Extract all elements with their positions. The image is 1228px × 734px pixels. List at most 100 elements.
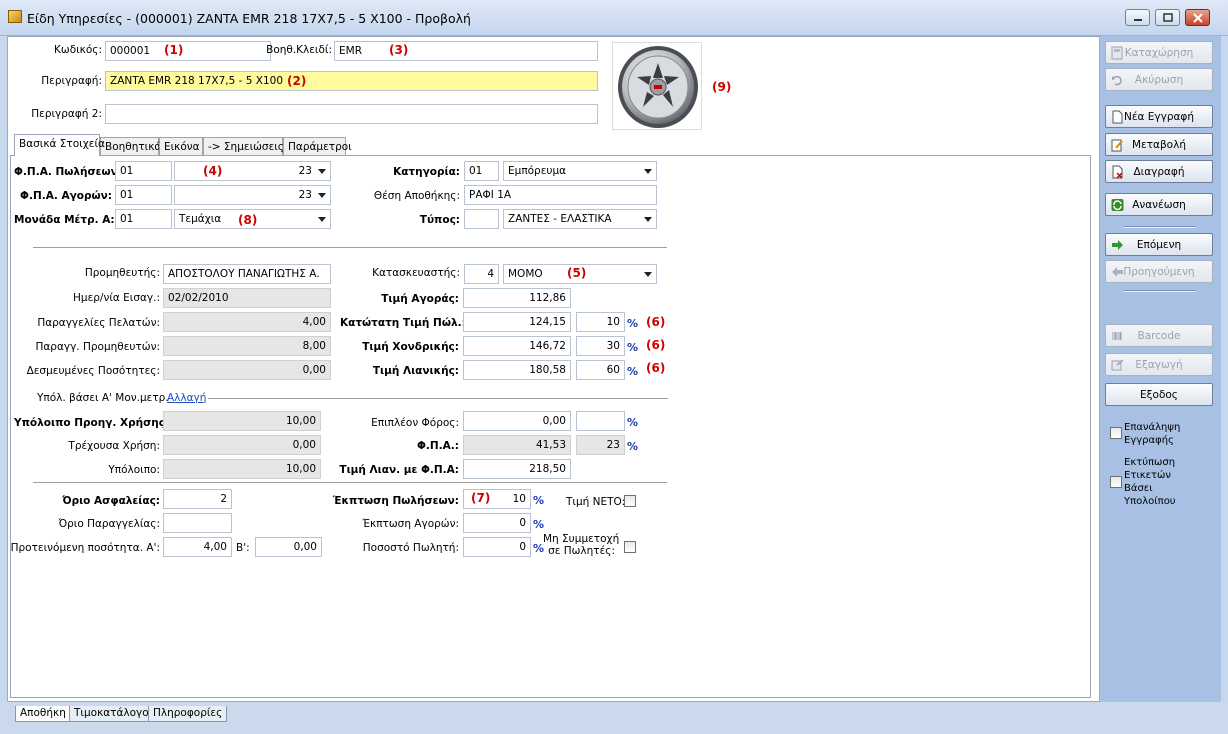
title-bar: Είδη Υπηρεσίες - (000001) ZANTA EMR 218 … bbox=[0, 0, 1228, 36]
net-price-label: Τιμή ΝΕΤΟ: bbox=[566, 496, 626, 508]
extra-tax-field[interactable]: 0,00 bbox=[463, 411, 571, 431]
safety-stock-label: Όριο Ασφαλείας: bbox=[62, 495, 160, 507]
vat-purchase-label: Φ.Π.Α. Αγορών: bbox=[20, 190, 112, 202]
balance-field: 10,00 bbox=[163, 459, 321, 479]
salesman-pct-field[interactable]: 0 bbox=[463, 537, 531, 557]
tab-image[interactable]: Εικόνα bbox=[159, 137, 203, 156]
manufacturer-code-field[interactable]: 4 bbox=[464, 264, 499, 284]
description-field[interactable]: ZANTA EMR 218 17X7,5 - 5 X100 bbox=[105, 71, 598, 91]
maximize-icon bbox=[1163, 13, 1173, 22]
tab-parameters[interactable]: Παράμετροι bbox=[283, 137, 352, 156]
type-select[interactable]: ΖΑΝΤΕΣ - ΕΛΑΣΤΙΚΑ bbox=[503, 209, 657, 229]
marker-5: (5) bbox=[567, 266, 587, 280]
save-button[interactable]: Καταχώρηση bbox=[1105, 41, 1213, 64]
print-labels-checkbox[interactable] bbox=[1110, 476, 1122, 488]
type-code-field[interactable] bbox=[464, 209, 499, 229]
pct-symbol: % bbox=[627, 416, 639, 429]
minimize-button[interactable] bbox=[1125, 9, 1150, 26]
suggested-qty-b-field[interactable]: 0,00 bbox=[255, 537, 322, 557]
wheel-rim-image bbox=[612, 42, 702, 130]
tab-auxiliary[interactable]: Βοηθητικά bbox=[100, 137, 161, 156]
tab-basic[interactable]: Βασικά Στοιχεία bbox=[14, 134, 105, 156]
vat-purchase-rate-select[interactable]: 23 bbox=[174, 185, 331, 205]
location-field[interactable]: ΡΑΦΙ 1Α bbox=[464, 185, 657, 205]
export-icon bbox=[1111, 359, 1124, 371]
new-record-button[interactable]: Νέα Εγγραφή bbox=[1105, 105, 1213, 128]
wholesale-field[interactable]: 146,72 bbox=[463, 336, 571, 356]
purchase-price-label: Τιμή Αγοράς: bbox=[381, 293, 459, 305]
edit-button[interactable]: Μεταβολή bbox=[1105, 133, 1213, 156]
description2-field[interactable] bbox=[105, 104, 598, 124]
suggested-qty-b-label: Β': bbox=[236, 542, 250, 554]
previous-button[interactable]: Προηγούμενη bbox=[1105, 260, 1213, 283]
purchase-discount-field[interactable]: 0 bbox=[463, 513, 531, 533]
category-code-field[interactable]: 01 bbox=[464, 161, 499, 181]
order-limit-field[interactable] bbox=[163, 513, 232, 533]
vat-sales-rate-value: 23 bbox=[298, 165, 312, 177]
suggested-qty-a-field[interactable]: 4,00 bbox=[163, 537, 232, 557]
change-link[interactable]: Αλλαγή bbox=[167, 392, 206, 404]
current-year-field: 0,00 bbox=[163, 435, 321, 455]
aux-key-field[interactable]: EMR bbox=[334, 41, 598, 61]
tab-notes[interactable]: -> Σημειώσεις bbox=[203, 137, 284, 156]
no-salesman-label: Μη Συμμετοχή σε Πωλητές: bbox=[543, 533, 620, 557]
suggested-qty-label: Προτεινόμενη ποσότητα. Α': bbox=[10, 542, 160, 554]
pct-symbol: % bbox=[627, 440, 639, 453]
purchase-discount-label: Έκπτωση Αγορών: bbox=[362, 518, 459, 530]
close-button[interactable] bbox=[1185, 9, 1210, 26]
cancel-button[interactable]: Ακύρωση bbox=[1105, 68, 1213, 91]
supplier-field[interactable]: ΑΠΟΣΤΟΛΟΥ ΠΑΝΑΓΙΩΤΗΣ Α. bbox=[163, 264, 331, 284]
marker-4: (4) bbox=[203, 164, 223, 178]
pct-symbol: % bbox=[533, 494, 545, 507]
refresh-button[interactable]: Ανανέωση bbox=[1105, 193, 1213, 216]
prev-year-label: Υπόλοιπο Προηγ. Χρήσης: bbox=[14, 417, 170, 429]
save-icon bbox=[1111, 46, 1123, 60]
min-price-pct-field[interactable]: 10 bbox=[576, 312, 625, 332]
category-select[interactable]: Εμπόρευμα bbox=[503, 161, 657, 181]
maximize-button[interactable] bbox=[1155, 9, 1180, 26]
vat-sales-rate-select[interactable]: 23 bbox=[174, 161, 331, 181]
delete-icon bbox=[1112, 165, 1123, 179]
repeat-record-label: Επανάληψη Εγγραφής bbox=[1124, 422, 1181, 446]
export-button[interactable]: Εξαγωγή bbox=[1105, 353, 1213, 376]
reserved-qty-label: Δεσμευμένες Ποσότητες: bbox=[26, 365, 160, 377]
net-price-checkbox[interactable] bbox=[624, 495, 636, 507]
retail-pct-field[interactable]: 60 bbox=[576, 360, 625, 380]
wholesale-pct-field[interactable]: 30 bbox=[576, 336, 625, 356]
tab-price-lists[interactable]: Τιμοκατάλογοι bbox=[69, 706, 158, 722]
retail-field[interactable]: 180,58 bbox=[463, 360, 571, 380]
unit-code-field[interactable]: 01 bbox=[115, 209, 172, 229]
separator bbox=[1123, 290, 1195, 292]
description2-label: Περιγραφή 2: bbox=[31, 108, 102, 120]
exit-button[interactable]: Εξοδος bbox=[1105, 383, 1213, 406]
wholesale-label: Τιμή Χονδρικής: bbox=[362, 341, 459, 353]
description-label: Περιγραφή: bbox=[41, 75, 102, 87]
extra-tax-pct-field[interactable] bbox=[576, 411, 625, 431]
retail-vat-field[interactable]: 218,50 bbox=[463, 459, 571, 479]
vat-purchase-code-field[interactable]: 01 bbox=[115, 185, 172, 205]
extra-tax-label: Επιπλέον Φόρος: bbox=[371, 417, 459, 429]
unit-name-value: Τεμάχια bbox=[179, 213, 222, 225]
safety-stock-field[interactable]: 2 bbox=[163, 489, 232, 509]
vat-sales-code-field[interactable]: 01 bbox=[115, 161, 172, 181]
purchase-price-field[interactable]: 112,86 bbox=[463, 288, 571, 308]
arrow-right-icon bbox=[1112, 240, 1123, 250]
pct-symbol: % bbox=[627, 317, 639, 330]
tab-information[interactable]: Πληροφορίες bbox=[148, 706, 228, 722]
delete-button[interactable]: Διαγραφή bbox=[1105, 160, 1213, 183]
vat-pct-field: 23 bbox=[576, 435, 625, 455]
barcode-icon bbox=[1112, 332, 1122, 340]
min-price-field[interactable]: 124,15 bbox=[463, 312, 571, 332]
customer-orders-field: 4,00 bbox=[163, 312, 331, 332]
retail-vat-label: Τιμή Λιαν. με Φ.Π.Α: bbox=[339, 464, 459, 476]
repeat-record-checkbox[interactable] bbox=[1110, 427, 1122, 439]
tab-warehouse[interactable]: Αποθήκη bbox=[15, 706, 71, 722]
current-year-label: Τρέχουσα Χρήση: bbox=[68, 440, 160, 452]
barcode-button[interactable]: Barcode bbox=[1105, 324, 1213, 347]
code-label: Κωδικός: bbox=[54, 44, 102, 56]
code-field[interactable]: 000001 bbox=[105, 41, 271, 61]
next-button[interactable]: Επόμενη bbox=[1105, 233, 1213, 256]
no-salesman-checkbox[interactable] bbox=[624, 541, 636, 553]
chevron-down-icon bbox=[318, 169, 326, 174]
new-document-icon bbox=[1112, 110, 1123, 124]
